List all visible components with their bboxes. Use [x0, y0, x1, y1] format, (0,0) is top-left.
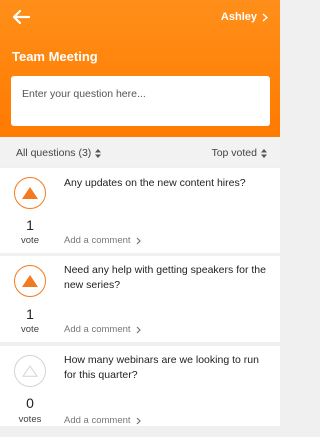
add-comment-link[interactable]: Add a comment	[64, 415, 141, 426]
question-filter-dropdown[interactable]: All questions (3)	[16, 147, 102, 159]
vote-label: vote	[21, 324, 39, 335]
page-title: Team Meeting	[12, 49, 98, 64]
upvote-triangle-outline-icon	[22, 365, 38, 377]
upvote-triangle-icon	[22, 275, 38, 287]
vote-label: votes	[18, 414, 42, 425]
filter-bar: All questions (3) Top voted	[0, 137, 280, 167]
question-card: 1 vote Any updates on the new content hi…	[0, 168, 280, 253]
question-text: Any updates on the new content hires?	[64, 177, 246, 189]
upvote-button[interactable]	[14, 355, 46, 387]
add-comment-link[interactable]: Add a comment	[64, 235, 141, 246]
header: Ashley Team Meeting	[0, 0, 280, 137]
question-input[interactable]	[11, 76, 270, 126]
question-filter-label: All questions (3)	[16, 147, 92, 159]
back-arrow-icon[interactable]	[10, 8, 32, 26]
sort-label: Top voted	[211, 147, 257, 159]
vote-count: 0	[26, 395, 34, 411]
vote-column: 1 vote	[0, 168, 60, 253]
add-comment-label: Add a comment	[64, 415, 131, 426]
sort-dropdown[interactable]: Top voted	[211, 147, 267, 159]
vote-column: 1 vote	[0, 256, 60, 342]
add-comment-label: Add a comment	[64, 324, 131, 335]
chevron-right-icon	[262, 12, 268, 22]
sort-icon	[261, 148, 267, 158]
vote-label: vote	[21, 235, 39, 246]
chevron-right-icon	[136, 417, 141, 424]
chevron-right-icon	[136, 326, 141, 333]
question-text: Need any help with getting speakers for …	[64, 264, 266, 291]
question-card: 1 vote Need any help with getting speake…	[0, 256, 280, 342]
upvote-button[interactable]	[14, 265, 46, 297]
upvote-button[interactable]	[14, 177, 46, 209]
vote-count: 1	[26, 217, 34, 233]
top-bar: Ashley	[0, 0, 280, 36]
add-comment-label: Add a comment	[64, 235, 131, 246]
question-card: 0 votes How many webinars are we looking…	[0, 346, 280, 426]
user-name: Ashley	[220, 11, 257, 23]
question-text: How many webinars are we looking to run …	[64, 354, 259, 381]
user-menu-button[interactable]: Ashley	[221, 11, 268, 23]
chevron-right-icon	[136, 237, 141, 244]
vote-column: 0 votes	[0, 346, 60, 426]
upvote-triangle-icon	[22, 187, 38, 199]
sort-icon	[95, 148, 102, 158]
add-comment-link[interactable]: Add a comment	[64, 324, 141, 335]
vote-count: 1	[26, 306, 34, 322]
